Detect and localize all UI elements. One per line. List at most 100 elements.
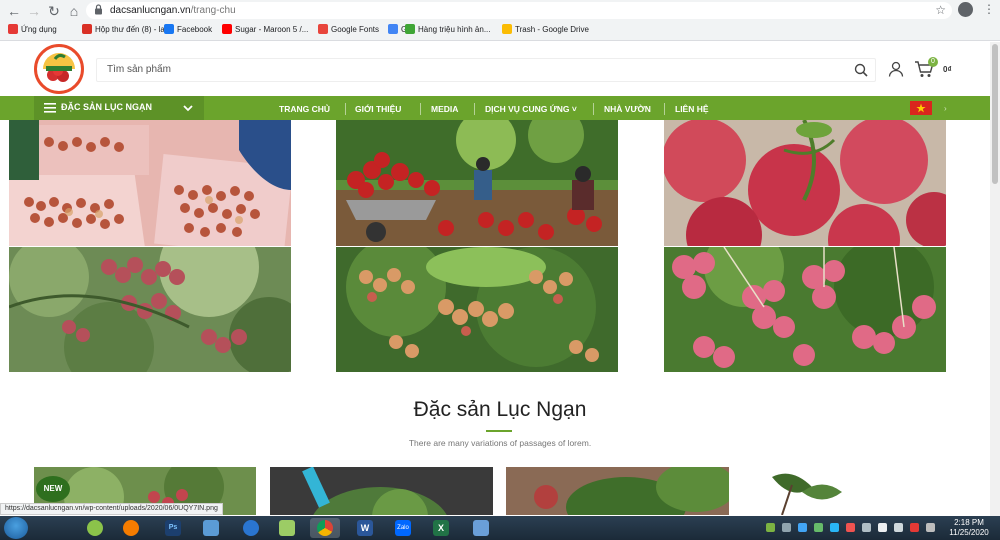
nav-item-about[interactable]: GIỚI THIỆU <box>355 104 401 114</box>
gallery-image-lychee-tree-2[interactable] <box>336 247 618 372</box>
vietnam-flag-icon[interactable] <box>910 101 932 115</box>
tray-icon[interactable] <box>926 523 935 532</box>
tray-icon[interactable] <box>830 523 839 532</box>
clock-date: 11/25/2020 <box>949 528 989 537</box>
start-button-icon[interactable] <box>4 517 28 539</box>
product-card-2[interactable] <box>270 467 493 515</box>
language-chevron-icon[interactable]: › <box>944 104 947 113</box>
tray-icon[interactable] <box>862 523 871 532</box>
nav-divider <box>664 103 665 115</box>
tray-icon[interactable] <box>798 523 807 532</box>
bookmark-favicon-icon <box>8 24 18 34</box>
bookmark-item[interactable]: Ứng dụng <box>8 24 57 37</box>
bookmark-favicon-icon <box>502 24 512 34</box>
nav-divider <box>474 103 475 115</box>
user-account-icon[interactable] <box>888 61 904 77</box>
browser-chrome: ← → ↻ ⌂ dacsanlucngan.vn/trang-chu ☆ ⋮ Ứ… <box>0 0 1000 41</box>
taskbar-media-icon[interactable] <box>116 518 146 538</box>
gallery-image-lychee-crates[interactable] <box>9 120 291 246</box>
tray-icon[interactable] <box>766 523 775 532</box>
nav-item-gardens[interactable]: NHÀ VƯỜN <box>604 104 651 114</box>
bookmark-item[interactable]: Hộp thư đến (8) - la... <box>82 24 172 37</box>
nav-item-media[interactable]: MEDIA <box>431 104 458 114</box>
taskbar-zalo-icon[interactable]: Zalo <box>388 518 418 538</box>
nav-divider <box>345 103 346 115</box>
lock-icon <box>95 4 102 15</box>
taskbar-chrome-icon[interactable] <box>310 518 340 538</box>
taskbar-excel-icon[interactable]: X <box>426 518 456 538</box>
taskbar-app-icon[interactable] <box>272 518 302 538</box>
bookmark-favicon-icon <box>82 24 92 34</box>
taskbar-app-icon[interactable] <box>80 518 110 538</box>
category-menu-label: ĐẶC SẢN LỤC NGẠN <box>61 102 152 112</box>
volume-icon[interactable] <box>878 523 887 532</box>
nav-divider <box>420 103 421 115</box>
bookmark-label: Trash - Google Drive <box>515 25 589 34</box>
search-icon[interactable] <box>854 63 868 77</box>
search-bar <box>96 58 876 82</box>
taskbar-app-icon[interactable] <box>466 518 496 538</box>
bookmark-favicon-icon <box>388 24 398 34</box>
profile-avatar-icon[interactable] <box>958 2 973 17</box>
bookmark-label: Ứng dụng <box>21 25 57 34</box>
clock-time: 2:18 PM <box>954 518 984 527</box>
forward-icon[interactable]: → <box>26 3 42 19</box>
section-title: Đặc sản Lục Ngạn <box>413 398 587 421</box>
home-icon[interactable]: ⌂ <box>66 3 82 19</box>
gallery-image-lychee-closeup[interactable] <box>664 120 946 246</box>
bookmark-item[interactable]: Sugar - Maroon 5 /... <box>222 24 308 37</box>
taskbar-word-icon[interactable]: W <box>350 518 380 538</box>
taskbar-ie-icon[interactable] <box>236 518 266 538</box>
bookmark-label: Facebook <box>177 25 213 34</box>
bookmark-favicon-icon <box>405 24 415 34</box>
bookmark-star-icon[interactable]: ☆ <box>935 3 946 17</box>
bookmark-item[interactable]: Trash - Google Drive <box>502 24 589 37</box>
bookmark-label: Hộp thư đến (8) - la... <box>95 25 172 34</box>
section-divider <box>486 430 512 432</box>
status-bar-url: https://dacsanlucngan.vn/wp-content/uplo… <box>0 503 223 515</box>
product-card-3[interactable] <box>506 467 729 515</box>
nav-item-home[interactable]: TRANG CHỦ <box>279 104 330 114</box>
taskbar-app-icon[interactable] <box>196 518 226 538</box>
url-text: dacsanlucngan.vn/trang-chu <box>110 5 236 16</box>
product-card-4[interactable] <box>742 467 862 515</box>
cart-count-badge: 0 <box>928 57 938 67</box>
gallery-image-lychee-harvest[interactable] <box>336 120 618 246</box>
address-bar[interactable]: dacsanlucngan.vn/trang-chu ☆ <box>86 2 952 19</box>
bookmark-label: Google Fonts <box>331 25 380 34</box>
reload-icon[interactable]: ↻ <box>46 3 62 19</box>
bookmark-label: Hàng triệu hình ản... <box>418 25 491 34</box>
tray-icon[interactable] <box>782 523 791 532</box>
gallery-image-lychee-tree-1[interactable] <box>9 247 291 372</box>
chevron-down-icon <box>183 105 193 112</box>
bookmark-favicon-icon <box>222 24 232 34</box>
taskbar-photoshop-icon[interactable]: Ps <box>158 518 188 538</box>
tray-icon[interactable] <box>814 523 823 532</box>
bookmark-favicon-icon <box>164 24 174 34</box>
new-badge: NEW <box>36 476 70 502</box>
back-icon[interactable]: ← <box>6 3 22 19</box>
bookmark-item[interactable]: Hàng triệu hình ản... <box>405 24 491 37</box>
section-subtitle: There are many variations of passages of… <box>408 438 592 448</box>
hamburger-icon <box>44 103 56 113</box>
category-menu-button[interactable]: ĐẶC SẢN LỤC NGẠN <box>34 96 204 120</box>
bookmark-favicon-icon <box>318 24 328 34</box>
tray-icon[interactable] <box>846 523 855 532</box>
network-icon[interactable] <box>894 523 903 532</box>
gallery-image-lychee-tree-3[interactable] <box>664 247 946 372</box>
logo-graphic-icon <box>38 48 80 90</box>
taskbar-clock[interactable]: 2:18 PM 11/25/2020 <box>940 518 998 538</box>
nav-item-services[interactable]: DỊCH VỤ CUNG ỨNG ˅ <box>485 104 577 114</box>
nav-item-services-label: DỊCH VỤ CUNG ỨNG <box>485 104 570 114</box>
nav-divider <box>593 103 594 115</box>
menu-kebab-icon[interactable]: ⋮ <box>983 2 995 16</box>
scrollbar-thumb[interactable] <box>992 44 998 184</box>
bookmark-item[interactable]: Google Fonts <box>318 24 379 37</box>
bookmark-label: Sugar - Maroon 5 /... <box>235 25 309 34</box>
site-logo[interactable] <box>34 44 84 94</box>
bookmark-item[interactable]: Facebook <box>164 24 212 37</box>
bookmarks-bar: Ứng dụng Hộp thư đến (8) - la... Facebook S… <box>0 21 1000 39</box>
tray-icon[interactable] <box>910 523 919 532</box>
nav-item-contact[interactable]: LIÊN HỆ <box>675 104 709 114</box>
search-input[interactable] <box>107 64 807 75</box>
